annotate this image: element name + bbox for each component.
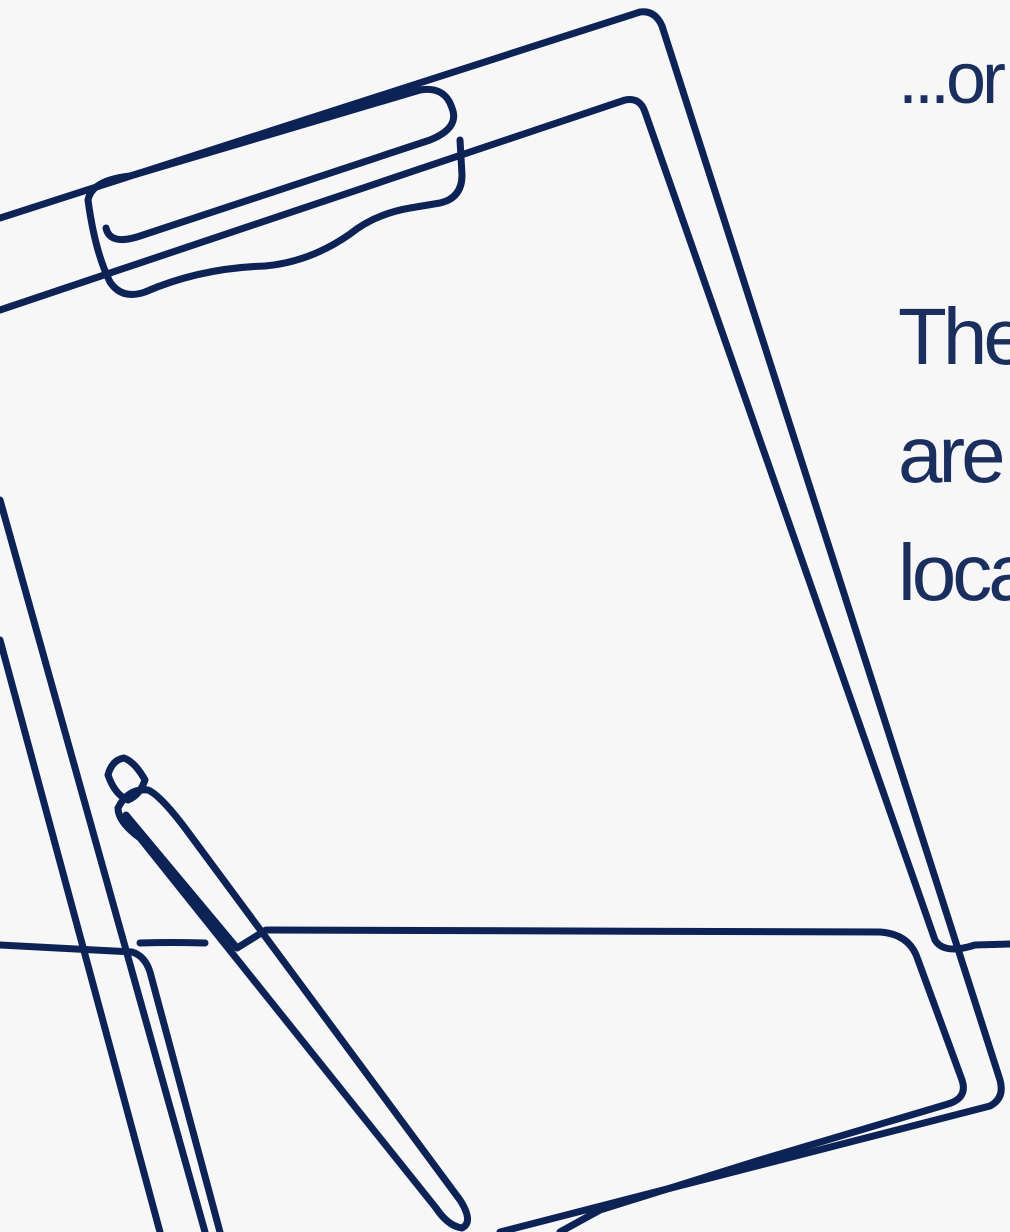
slide-canvas: ...or The are loca [0, 0, 1010, 1232]
body-line-3: loca [898, 528, 1010, 617]
pen-clip [122, 811, 270, 952]
clipboard-inner-outline [0, 96, 1010, 953]
clipboard-left-edge-outer [0, 636, 164, 1232]
body-line-1: The [898, 292, 1010, 381]
clipboard-left-edge [0, 496, 209, 1232]
desk-line-left [0, 941, 224, 1232]
pen-body [114, 786, 471, 1232]
desk-line-middle [136, 926, 967, 1232]
lead-text: ...or [898, 39, 1006, 119]
clipboard-pen-icon [0, 8, 1010, 1232]
body-line-2: are [898, 410, 1006, 499]
